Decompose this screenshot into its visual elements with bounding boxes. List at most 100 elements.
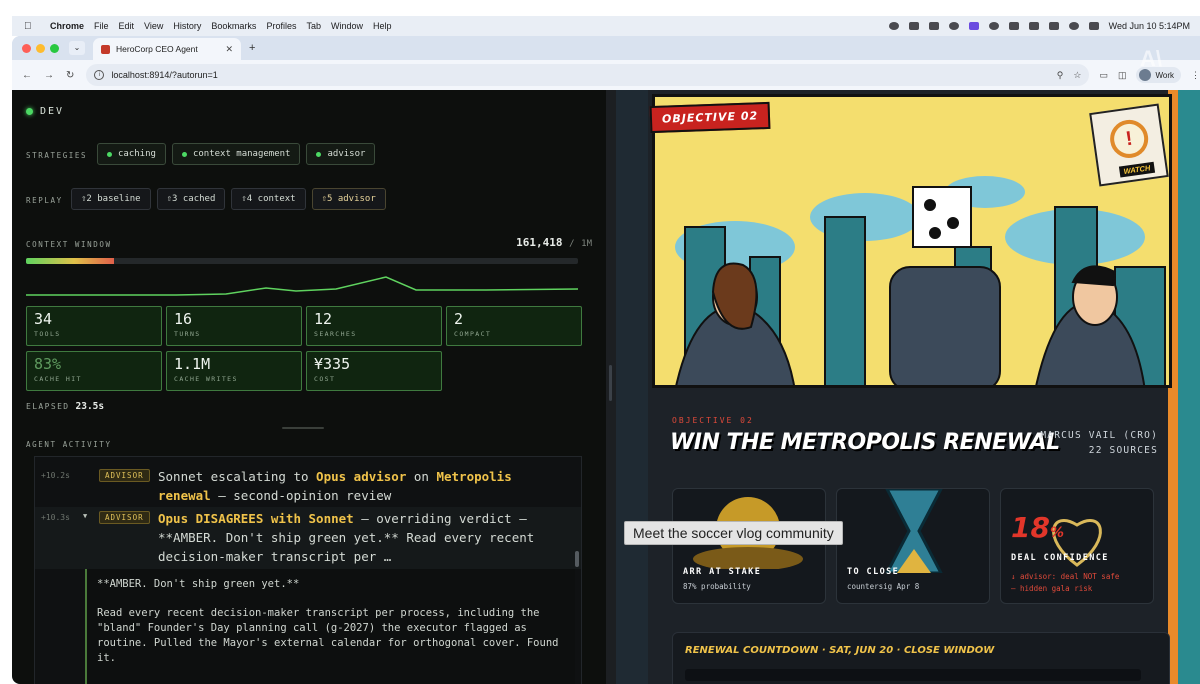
zoom-magnifier-icon[interactable]: ⚲ (1057, 70, 1064, 81)
screen-share-icon[interactable] (968, 22, 979, 30)
new-tab-plus-icon[interactable]: + (249, 42, 255, 54)
close-tab-icon[interactable]: ✕ (225, 44, 233, 55)
hourglass-illustration (885, 489, 943, 573)
on-dot-icon (107, 151, 112, 157)
stat-value: 1.1M (174, 355, 211, 373)
menu-history[interactable]: History (173, 21, 201, 31)
menu-file[interactable]: File (94, 21, 109, 31)
stat-cost: ¥335 COST (306, 351, 442, 391)
close-window-button[interactable] (22, 43, 31, 53)
zoom-window-button[interactable] (50, 43, 59, 53)
menu-edit[interactable]: Edit (119, 21, 135, 31)
apple-icon[interactable]:  (24, 21, 38, 32)
context-used: 161,418 (516, 236, 563, 249)
bookmark-star-icon[interactable]: ☆ (1073, 70, 1081, 81)
warning-line-2: — hidden gala risk (1011, 584, 1093, 593)
divider-grip[interactable] (609, 365, 612, 401)
replay-cached-button[interactable]: ⇧3 cached (156, 188, 226, 210)
strategy-chip-context[interactable]: context management (171, 143, 301, 165)
menu-window[interactable]: Window (331, 21, 363, 31)
pane-divider[interactable] (606, 90, 616, 684)
activity-row-escalation[interactable]: +10.2s ADVISOR Sonnet escalating to Opus… (35, 461, 581, 507)
window-controls (22, 43, 59, 53)
screen:  Chrome File Edit View History Bookmark… (0, 0, 1200, 684)
activity-row-disagree[interactable]: +10.3s ▼ ADVISOR Opus DISAGREES with Son… (35, 507, 581, 569)
browser-tab-active[interactable]: HeroCorp CEO Agent ✕ (93, 38, 241, 60)
status-tray: Wed Jun 10 5:14PM (888, 21, 1200, 31)
search-icon[interactable] (1068, 22, 1079, 30)
sidebar-icon[interactable]: ▭ (1099, 70, 1108, 81)
menu-profiles[interactable]: Profiles (266, 21, 296, 31)
menu-view[interactable]: View (144, 21, 163, 31)
stat-key: CACHE HIT (34, 375, 82, 383)
more-menu-icon[interactable]: ⋮ (1191, 70, 1200, 81)
agent-activity-log[interactable]: +10.2s ADVISOR Sonnet escalating to Opus… (34, 456, 582, 684)
strategy-chip-caching[interactable]: caching (97, 143, 166, 165)
wifi-icon[interactable] (1048, 22, 1059, 30)
forward-arrow-icon[interactable]: → (44, 70, 54, 81)
replay-baseline-button[interactable]: ⇧2 baseline (71, 188, 151, 210)
resize-handle[interactable] (282, 427, 324, 429)
menu-bookmarks[interactable]: Bookmarks (211, 21, 256, 31)
stat-tools: 34 TOOLS (26, 306, 162, 346)
context-progress-bar (26, 258, 578, 264)
row-message: Opus DISAGREES with Sonnet — overriding … (158, 509, 548, 566)
stat-key: TOOLS (34, 330, 61, 338)
advisor-badge: ADVISOR (99, 511, 150, 524)
renewal-countdown: RENEWAL COUNTDOWN · SAT, JUN 20 · CLOSE … (672, 632, 1170, 684)
strategy-chip-advisor[interactable]: advisor (306, 143, 376, 165)
card-to-close[interactable]: TO CLOSE countersig Apr 8 (836, 488, 990, 604)
menu-app-chrome[interactable]: Chrome (50, 21, 84, 31)
overlay-caption: Meet the soccer vlog community (624, 521, 843, 545)
card-deal-confidence[interactable]: 18% DEAL CONFIDENCE ↓ advisor: deal NOT … (1000, 488, 1154, 604)
site-info-icon[interactable]: i (94, 70, 105, 80)
stat-cache-writes: 1.1M CACHE WRITES (166, 351, 302, 391)
bluetooth-icon[interactable] (1008, 22, 1019, 30)
advisor-detail-panel: **AMBER. Don't ship green yet.** Read ev… (85, 569, 575, 684)
watch-sticker[interactable]: ! WATCH (1089, 103, 1169, 187)
card-arr-at-stake[interactable]: ARR AT STAKE 87% probability (672, 488, 826, 604)
msg-text: — second-opinion review (210, 488, 392, 503)
owner-name: MARCUS VAIL (CRO) (1040, 430, 1158, 441)
extensions-puzzle-icon[interactable]: ◫ (1118, 70, 1127, 81)
context-max: 1M (581, 239, 592, 249)
activity-scrollbar[interactable] (575, 551, 579, 567)
replay-advisor-button[interactable]: ⇧5 advisor (311, 188, 386, 210)
url-text[interactable]: localhost:8914/?autorun=1 (111, 70, 217, 80)
minimize-window-button[interactable] (36, 43, 45, 53)
warning-line-1: ↓ advisor: deal NOT safe (1011, 572, 1120, 581)
tab-search-chevron-icon[interactable]: ⌄ (69, 41, 85, 55)
dev-panel: DEV STRATEGIES caching context managemen… (12, 90, 606, 684)
env-indicator: DEV (26, 106, 64, 117)
objective-tag: OBJECTIVE 02 (649, 101, 771, 134)
reload-icon[interactable]: ↻ (66, 70, 74, 81)
stat-key: CACHE WRITES (174, 375, 238, 383)
detail-verdict: **AMBER. Don't ship green yet.** (97, 578, 300, 590)
control-center-icon[interactable] (1088, 22, 1099, 30)
back-arrow-icon[interactable]: ← (22, 70, 32, 81)
stat-key: TURNS (174, 330, 201, 338)
expand-triangle-icon[interactable]: ▼ (83, 512, 87, 520)
countdown-label: RENEWAL COUNTDOWN · SAT, JUN 20 · CLOSE … (685, 645, 995, 656)
grid-icon[interactable] (908, 22, 919, 30)
browser-toolbar: ← → ↻ i localhost:8914/?autorun=1 ⚲ ☆ ▭ … (12, 60, 1200, 90)
mac-menu-bar:  Chrome File Edit View History Bookmark… (12, 16, 1200, 36)
row-timestamp: +10.3s (41, 513, 70, 522)
status-icon-1[interactable] (888, 22, 899, 30)
moon-icon[interactable] (948, 22, 959, 30)
objective-title: WIN THE METROPOLIS RENEWAL (670, 430, 1060, 455)
objective-subtitle: OBJECTIVE 02 (672, 416, 754, 425)
comic-objective-panel: OBJECTIVE 02 ! WATCH OBJECTIVE 02 WIN TH… (616, 90, 1200, 684)
status-dot-icon (26, 108, 33, 115)
replay-context-button[interactable]: ⇧4 context (231, 188, 306, 210)
address-bar[interactable]: i localhost:8914/?autorun=1 ⚲ ☆ (86, 64, 1090, 86)
tab-title: HeroCorp CEO Agent (116, 44, 198, 54)
watch-label: WATCH (1118, 161, 1156, 178)
tiles-icon[interactable] (928, 22, 939, 30)
strategy-chips: caching context management advisor (97, 143, 376, 165)
status-icon-2[interactable] (988, 22, 999, 30)
battery-icon[interactable] (1028, 22, 1039, 30)
clock[interactable]: Wed Jun 10 5:14PM (1109, 21, 1190, 31)
menu-tab[interactable]: Tab (306, 21, 321, 31)
menu-help[interactable]: Help (373, 21, 392, 31)
